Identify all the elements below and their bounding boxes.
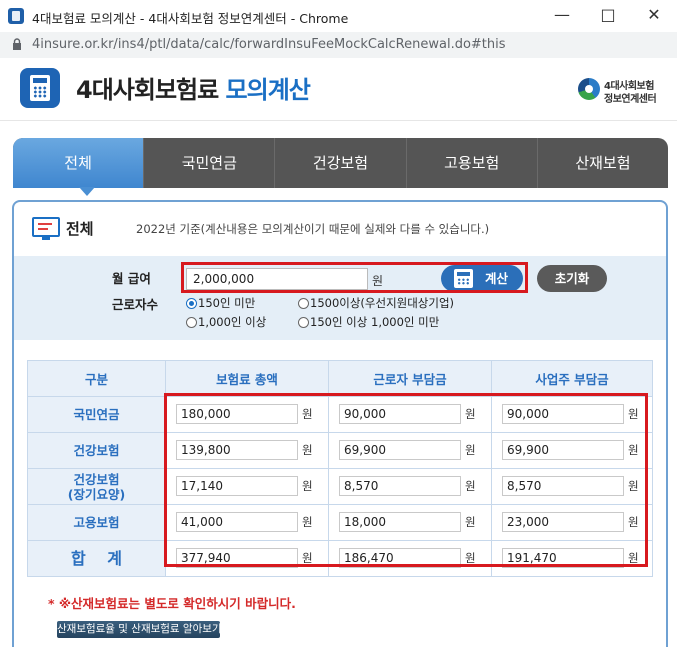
radio-label: 1,000인 이상	[198, 315, 267, 329]
org-logo-mark-icon	[578, 78, 600, 100]
salary-label: 월 급여	[112, 271, 151, 286]
org-logo-line2: 정보연계센터	[604, 94, 657, 105]
address-bar[interactable]: 4insure.or.kr/ins4/ptl/data/calc/forward…	[0, 32, 677, 59]
row-label-national-pension: 국민연금	[27, 396, 166, 433]
minimize-icon[interactable]: —	[539, 0, 585, 32]
radio-150-to-1000[interactable]: 150인 이상 1,000인 미만	[298, 314, 439, 330]
industrial-accident-link-button[interactable]: 산재보험료율 및 산재보험료 알아보기	[57, 621, 222, 638]
highlight-box-results	[164, 393, 648, 567]
site-title-main: 4대사회보험료	[76, 76, 226, 104]
industrial-accident-notice: * ※산재보험료는 별도로 확인하시기 바랍니다.	[48, 596, 296, 611]
section-title: 전체	[66, 220, 94, 238]
workers-label: 근로자수	[112, 297, 159, 312]
tab-industrial-accident[interactable]: 산재보험	[536, 138, 668, 188]
lock-icon	[13, 38, 21, 50]
url-text[interactable]: 4insure.or.kr/ins4/ptl/data/calc/forward…	[32, 37, 506, 52]
year-note: 2022년 기준(계산내용은 모의계산이기 때문에 실제와 다를 수 있습니다.…	[136, 222, 490, 236]
header-total: 보험료 총액	[165, 360, 329, 397]
row-label-sum: 합 계	[27, 540, 166, 577]
reset-button[interactable]: 초기화	[537, 265, 607, 292]
radio-under-150[interactable]: 150인 미만	[186, 295, 255, 311]
header-category: 구분	[27, 360, 166, 397]
header-employer: 사업주 부담금	[491, 360, 653, 397]
highlight-box-salary	[181, 262, 528, 293]
row-label-long-term-care: 건강보험 (장기요양)	[27, 468, 166, 505]
row-label-employment-insurance: 고용보험	[27, 504, 166, 541]
insurance-tabs: 전체 국민연금 건강보험 고용보험 산재보험	[13, 138, 668, 188]
radio-label: 150인 미만	[198, 296, 256, 310]
page-header: 4대사회보험료 모의계산 4대사회보험 정보연계센터	[0, 58, 677, 121]
close-icon[interactable]: ✕	[631, 0, 677, 32]
maximize-icon[interactable]: □	[585, 0, 631, 32]
row-label-health-insurance: 건강보험	[27, 432, 166, 469]
window-title: 4대보험료 모의계산 - 4대사회보험 정보연계센터 - Chrome	[32, 11, 349, 26]
monitor-icon	[32, 217, 62, 241]
window-titlebar: 4대보험료 모의계산 - 4대사회보험 정보연계센터 - Chrome — □ …	[0, 0, 677, 32]
site-title[interactable]: 4대사회보험료 모의계산	[76, 70, 311, 105]
radio-label: 150인 이상 1,000인 미만	[310, 315, 440, 329]
radio-dot-selected[interactable]	[186, 298, 197, 309]
radio-dot[interactable]	[186, 317, 197, 328]
site-title-accent: 모의계산	[225, 76, 311, 104]
radio-1500-priority[interactable]: 1500이상(우선지원대상기업)	[298, 295, 454, 311]
site-favicon-icon	[8, 8, 24, 24]
tab-national-pension[interactable]: 국민연금	[143, 138, 274, 188]
calculator-logo-icon	[20, 68, 60, 108]
header-employee: 근로자 부담금	[328, 360, 492, 397]
org-logo[interactable]: 4대사회보험 정보연계센터	[578, 75, 670, 105]
table-header-row: 구분 보험료 총액 근로자 부담금 사업주 부담금	[27, 360, 653, 397]
radio-over-1000[interactable]: 1,000인 이상	[186, 314, 266, 330]
tab-employment-insurance[interactable]: 고용보험	[405, 138, 537, 188]
tab-health-insurance[interactable]: 건강보험	[274, 138, 405, 188]
tab-all[interactable]: 전체	[13, 138, 144, 188]
active-tab-pointer	[79, 187, 95, 196]
radio-dot[interactable]	[298, 317, 309, 328]
radio-label: 1500이상(우선지원대상기업)	[310, 296, 455, 310]
radio-dot[interactable]	[298, 298, 309, 309]
